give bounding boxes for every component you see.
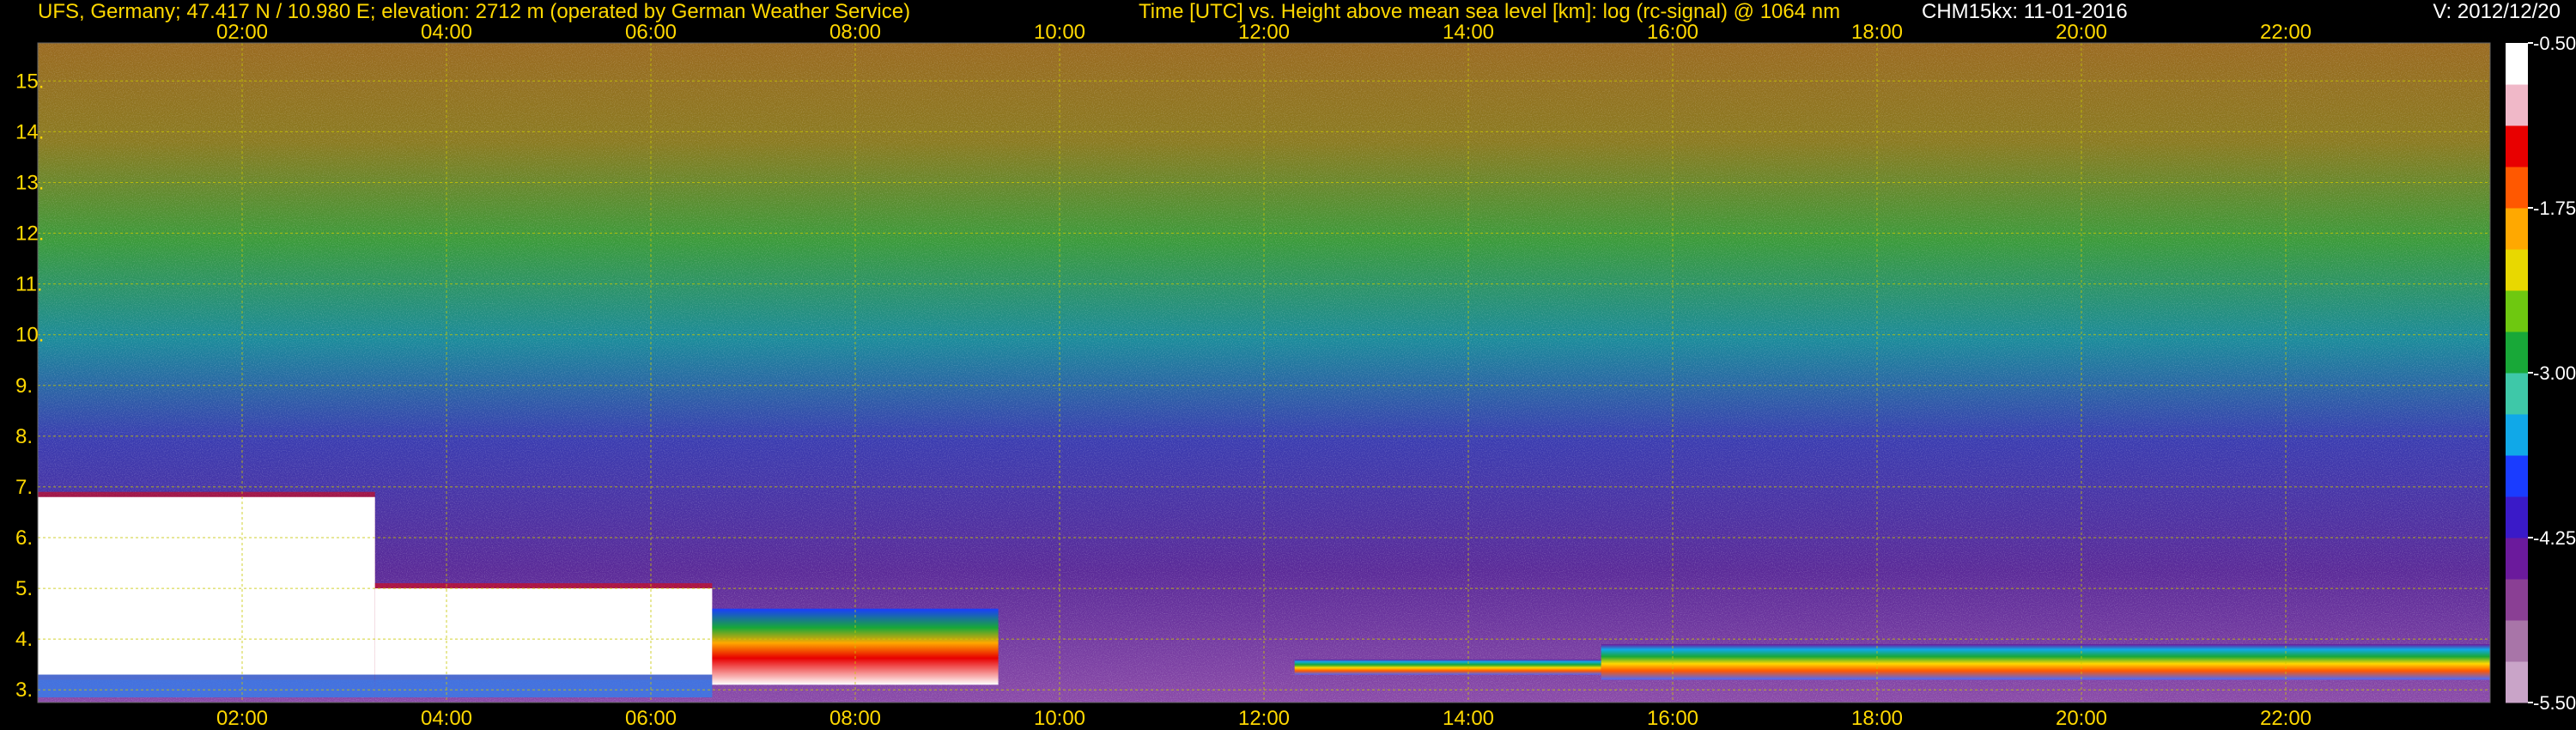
colorbar-swatch bbox=[2506, 125, 2528, 167]
y-tick-label: 15. bbox=[15, 70, 44, 93]
x-tick-label-bottom: 16:00 bbox=[1647, 707, 1698, 730]
x-tick-label-bottom: 08:00 bbox=[829, 707, 881, 730]
colorbar: -0.50 -1.75 -3.00 -4.25 -5.50 bbox=[2506, 33, 2576, 714]
x-tick-label-top: 14:00 bbox=[1443, 21, 1494, 44]
y-tick-label: 10. bbox=[15, 324, 44, 347]
colorbar-swatch bbox=[2506, 414, 2528, 456]
y-tick-label: 13. bbox=[15, 171, 44, 194]
colorbar-swatch bbox=[2506, 167, 2528, 209]
colorbar-swatch bbox=[2506, 373, 2528, 415]
x-axis-top: 02:00 04:00 06:00 08:00 10:00 12:00 14:00 16:00… bbox=[216, 21, 2312, 44]
x-tick-label-bottom: 18:00 bbox=[1851, 707, 1903, 730]
x-tick-label-top: 16:00 bbox=[1647, 21, 1698, 44]
colorbar-swatch bbox=[2506, 455, 2528, 497]
y-tick-label: 7. bbox=[15, 476, 33, 499]
x-tick-label-top: 22:00 bbox=[2260, 21, 2312, 44]
colorbar-tick-label: -4.25 bbox=[2533, 527, 2576, 549]
x-tick-label-top: 06:00 bbox=[625, 21, 677, 44]
x-tick-label-top: 18:00 bbox=[1851, 21, 1903, 44]
ceilometer-chart: 02:00 04:00 06:00 08:00 10:00 12:00 14:00 16:00… bbox=[15, 21, 2576, 730]
cloud-core-region bbox=[38, 496, 375, 675]
x-tick-label-bottom: 22:00 bbox=[2260, 707, 2312, 730]
colorbar-swatch bbox=[2506, 579, 2528, 621]
y-tick-label: 4. bbox=[15, 628, 33, 651]
colorbar-swatch bbox=[2506, 249, 2528, 291]
x-tick-label-top: 12:00 bbox=[1238, 21, 1290, 44]
cloud-core-region bbox=[374, 588, 713, 675]
y-tick-label: 8. bbox=[15, 425, 33, 448]
colorbar-tick-label: -5.50 bbox=[2533, 692, 2576, 714]
colorbar-swatch bbox=[2506, 43, 2528, 85]
y-tick-label: 11. bbox=[15, 273, 43, 296]
cloud-base-band bbox=[38, 674, 375, 697]
y-tick-label: 12. bbox=[15, 222, 44, 246]
cloud-base-band bbox=[374, 674, 713, 697]
y-tick-label: 5. bbox=[15, 577, 33, 600]
colorbar-tick-label: -3.00 bbox=[2533, 362, 2576, 384]
x-tick-label-top: 20:00 bbox=[2056, 21, 2107, 44]
colorbar-swatch bbox=[2506, 661, 2528, 703]
colorbar-swatch bbox=[2506, 208, 2528, 250]
low-layer-region bbox=[1601, 644, 2490, 680]
x-tick-label-bottom: 10:00 bbox=[1034, 707, 1085, 730]
x-tick-label-bottom: 14:00 bbox=[1443, 707, 1494, 730]
colorbar-tick-label: -0.50 bbox=[2533, 33, 2576, 54]
x-tick-label-bottom: 12:00 bbox=[1238, 707, 1290, 730]
y-tick-label: 9. bbox=[15, 374, 33, 398]
x-tick-label-bottom: 02:00 bbox=[216, 707, 268, 730]
colorbar-swatch bbox=[2506, 332, 2528, 374]
y-tick-label: 6. bbox=[15, 526, 33, 550]
colorbar-swatch bbox=[2506, 620, 2528, 662]
x-tick-label-top: 08:00 bbox=[829, 21, 881, 44]
y-tick-label: 14. bbox=[15, 120, 44, 143]
x-tick-label-bottom: 06:00 bbox=[625, 707, 677, 730]
x-tick-label-bottom: 04:00 bbox=[421, 707, 472, 730]
low-layer-region bbox=[1294, 659, 1601, 675]
x-axis-bottom: 02:00 04:00 06:00 08:00 10:00 12:00 14:00 16:00… bbox=[216, 707, 2312, 730]
colorbar-swatch bbox=[2506, 496, 2528, 538]
colorbar-swatch bbox=[2506, 538, 2528, 580]
colorbar-swatch bbox=[2506, 290, 2528, 332]
y-tick-label: 3. bbox=[15, 678, 33, 702]
colorbar-swatch bbox=[2506, 84, 2528, 126]
x-tick-label-bottom: 20:00 bbox=[2056, 707, 2107, 730]
x-tick-label-top: 10:00 bbox=[1034, 21, 1085, 44]
x-tick-label-top: 04:00 bbox=[421, 21, 472, 44]
colorbar-tick-label: -1.75 bbox=[2533, 198, 2576, 219]
x-tick-label-top: 02:00 bbox=[216, 21, 268, 44]
